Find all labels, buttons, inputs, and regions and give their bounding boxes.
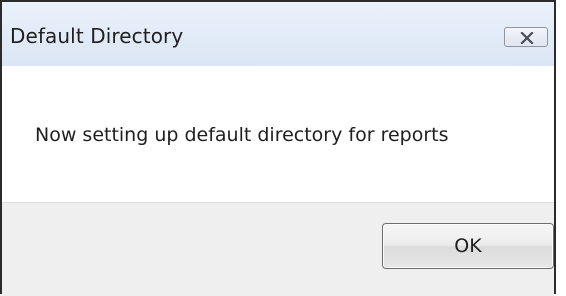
dialog-message: Now setting up default directory for rep… xyxy=(35,124,449,146)
close-icon xyxy=(520,32,534,44)
close-button[interactable] xyxy=(504,27,548,47)
dialog-content: Now setting up default directory for rep… xyxy=(2,66,554,202)
dialog-footer: OK xyxy=(2,202,554,296)
dialog-window: Default Directory Now setting up default… xyxy=(0,0,556,296)
window-title: Default Directory xyxy=(10,24,184,48)
ok-button[interactable]: OK xyxy=(382,223,554,269)
title-bar[interactable]: Default Directory xyxy=(2,2,554,66)
